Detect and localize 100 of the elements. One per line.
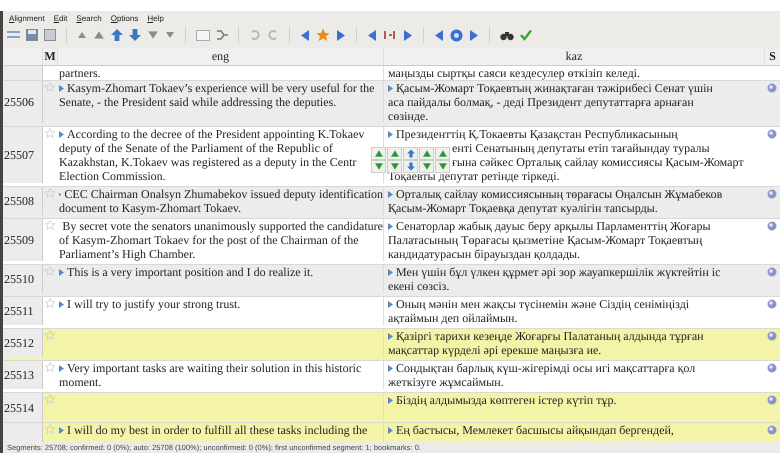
menu-item[interactable]: Edit	[54, 14, 68, 24]
rectangle-icon[interactable]	[196, 30, 210, 40]
up-arrow-icon[interactable]	[111, 29, 123, 41]
star-icon[interactable]	[45, 188, 55, 198]
star-icon[interactable]	[45, 220, 55, 230]
table-row[interactable]: 25514 Біздің алдымызда көптеген істер күтіп тұр.	[3, 393, 780, 423]
star-icon[interactable]	[45, 330, 55, 340]
left-arrow-icon[interactable]	[367, 28, 377, 42]
target-text: аса пайдалы болмақ, - деді Президент депутаттарға арнаған	[388, 95, 694, 109]
table-row[interactable]	[3, 187, 780, 219]
star-icon[interactable]	[45, 298, 55, 308]
lines-icon[interactable]	[7, 29, 20, 41]
source-text: partners.	[59, 66, 101, 80]
up-triangle-icon[interactable]	[93, 29, 105, 41]
right-arrow-icon[interactable]	[469, 28, 479, 42]
shift-down-button[interactable]	[419, 160, 434, 173]
move-down-button[interactable]	[403, 160, 418, 173]
bullet-icon	[59, 191, 62, 198]
table-row[interactable]: partners. маңызды сыртқы саяси кездесулер өткізіп келеді.	[3, 66, 780, 81]
source-text: Senate, - the President said while addressing the deputies.	[59, 95, 336, 109]
source-text: CEC Chairman Onalsyn Zhumabekov issued deputy identification	[64, 187, 383, 201]
star-icon[interactable]	[45, 266, 55, 276]
down-arrow-icon	[406, 162, 414, 171]
bullet-icon	[388, 427, 393, 434]
star-icon[interactable]	[45, 424, 55, 434]
shift-up-button[interactable]	[371, 147, 386, 160]
left-arrow-icon[interactable]	[300, 28, 310, 42]
star-icon[interactable]	[45, 128, 55, 138]
up-triangle-icon[interactable]	[77, 30, 87, 40]
right-arrow-icon[interactable]	[403, 28, 413, 42]
row-header: 25510	[3, 265, 43, 293]
target-text: Біздің алдымызда көптеген істер күтіп тұр.	[396, 393, 616, 407]
star-icon[interactable]	[45, 82, 55, 92]
column-header: S	[764, 49, 780, 65]
shift-up-button[interactable]	[435, 147, 450, 160]
table-row[interactable]: 25511 I will try to justify your strong trust. Оның мәнін мен жақсы түсінемін және Сіздің сеніміңізді ақтаймын деп ойлаймын.	[3, 297, 780, 329]
source-text: Kazakhstan, K.Tokaev was registered as a deputy in the Centr	[59, 155, 356, 169]
down-arrow-icon[interactable]	[129, 29, 141, 41]
target-text: екені сөзсіз.	[388, 279, 450, 293]
target-text: Сенаторлар жабық дауыс беру арқылы Парламенттің Жоғары	[396, 219, 711, 233]
table-row[interactable]: 25512 Қазіргі тарихи кезеңде Жоғарғы Палатаның алдында тұрған мақсаттар күрделі әрі ерекше маңызға ие.	[3, 329, 780, 361]
source-text: of Kasym-Zhomart Tokaev for the post of the Chairman of the	[59, 233, 359, 247]
help-icon[interactable]	[450, 28, 463, 42]
source-text: document to Kasym-Zhomart Tokaev.	[59, 201, 242, 215]
bullet-icon	[59, 85, 64, 92]
shift-down-button[interactable]	[435, 160, 450, 173]
table-row[interactable]: I will do my best in order to fulfill all these tasks including the Ең бастысы, Мемлекет басшысы айқындап бергендей,	[3, 423, 780, 442]
shift-down-button[interactable]	[371, 160, 386, 173]
shift-down-button[interactable]	[387, 160, 402, 173]
table-row[interactable]	[3, 81, 780, 127]
target-text: ғына сәйкес Орталық сайлау комиссиясы Қасым-Жомарт	[452, 155, 744, 169]
star-icon[interactable]	[45, 394, 55, 404]
table-row[interactable]: 25513 Very important tasks are waiting their solution in this historic moment. Сондықтан барлық күш-жігерімді осы игі мақсаттарға қол жеткізуге жұмсаймын.	[3, 361, 780, 393]
bullet-icon	[388, 85, 393, 92]
column-header: M	[43, 49, 57, 65]
column-header: kaz	[383, 49, 764, 65]
bullet-icon	[388, 131, 393, 138]
star-icon[interactable]	[45, 362, 55, 372]
bracket-icon[interactable]	[216, 29, 228, 41]
move-up-button[interactable]	[403, 147, 418, 160]
source-text: Parliament’s High Chamber.	[59, 247, 196, 261]
table-row[interactable]: 25510 This is a very important position and I do realize it. Мен үшін бұл үлкен құрмет әрі зор жауапкершілік жүктейтін іс екені сөзсіз.	[3, 265, 780, 297]
target-text: сөзінде.	[388, 109, 428, 123]
menu-item[interactable]: Alignment	[9, 14, 45, 24]
image-icon[interactable]	[44, 29, 56, 41]
status-icon	[767, 425, 777, 435]
source-text: This is a very important position and I do realize it.	[67, 265, 314, 279]
status-icon	[767, 363, 777, 373]
row-header: 25512	[3, 329, 43, 357]
menu-item[interactable]: Options	[110, 14, 138, 24]
target-text: ақтаймын деп ойлаймын.	[388, 311, 518, 325]
menu-item[interactable]: Search	[76, 14, 102, 24]
down-triangle-icon[interactable]	[147, 29, 159, 41]
table-row[interactable]	[3, 127, 780, 187]
bullet-icon	[59, 365, 64, 372]
row-header: 25509	[3, 219, 43, 261]
target-text: енті Сенатының депутаты етіп тағайындау туралы	[452, 141, 710, 155]
source-text: deputy of the Senate of the Parliament of the Republic of	[59, 141, 333, 155]
redo-icon[interactable]	[267, 29, 279, 41]
down-triangle-icon[interactable]	[165, 30, 175, 40]
row-header: 25506	[3, 81, 43, 123]
left-arrow-icon[interactable]	[434, 28, 444, 42]
pair-icon[interactable]	[383, 29, 397, 41]
status-icon	[767, 129, 777, 139]
bullet-icon	[59, 269, 64, 276]
save-icon[interactable]	[26, 29, 38, 41]
check-icon[interactable]	[520, 29, 532, 41]
target-text: Тоқаевты депутат ретінде тіркеді.	[388, 169, 560, 183]
star-icon[interactable]	[316, 28, 330, 42]
right-arrow-icon[interactable]	[336, 28, 346, 42]
binoculars-icon[interactable]	[500, 30, 514, 40]
table-row[interactable]	[3, 219, 780, 265]
shift-up-button[interactable]	[387, 147, 402, 160]
row-header: 25507	[3, 127, 43, 183]
undo-icon[interactable]	[249, 29, 261, 41]
status-icon	[767, 83, 777, 93]
menu-item[interactable]: Help	[147, 14, 164, 24]
row-header: 25513	[3, 361, 43, 389]
row-header: 25508	[3, 187, 43, 215]
shift-up-button[interactable]	[419, 147, 434, 160]
